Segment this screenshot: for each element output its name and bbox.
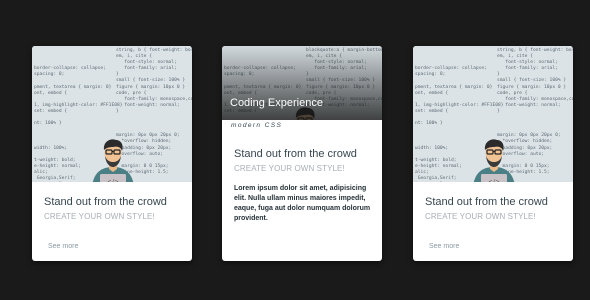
developer-illustration-icon: </> <box>92 139 134 183</box>
card-title: Stand out from the crowd <box>234 148 357 160</box>
category-tag-label: modern CSS <box>231 122 283 129</box>
card-title: Stand out from the crowd <box>425 196 548 208</box>
category-tag: modern CSS <box>222 120 294 132</box>
developer-illustration-icon: </> <box>473 139 515 183</box>
card-image: border-collapse: collapse; spacing: 0; p… <box>413 46 573 182</box>
overlay-title: Coding Experience <box>230 97 323 109</box>
svg-text:</>: </> <box>489 179 500 183</box>
see-more-link[interactable]: See more <box>48 243 78 250</box>
card-subtitle: CREATE YOUR OWN STYLE! <box>425 212 536 221</box>
card-1[interactable]: border-collapse: collapse; spacing: 0; p… <box>32 46 192 261</box>
card-image: border-collapse: collapse; spacing: 0; p… <box>32 46 192 182</box>
card-subtitle: CREATE YOUR OWN STYLE! <box>44 212 155 221</box>
card-title: Stand out from the crowd <box>44 196 167 208</box>
see-more-link[interactable]: See more <box>429 243 459 250</box>
svg-text:</>: </> <box>108 179 119 183</box>
card-3[interactable]: border-collapse: collapse; spacing: 0; p… <box>413 46 573 261</box>
card-subtitle: CREATE YOUR OWN STYLE! <box>234 164 345 173</box>
card-2[interactable]: border-collapse: collapse; spacing: 0; p… <box>222 46 382 261</box>
card-description: Lorem ipsum dolor sit amet, adipisicing … <box>234 185 371 222</box>
